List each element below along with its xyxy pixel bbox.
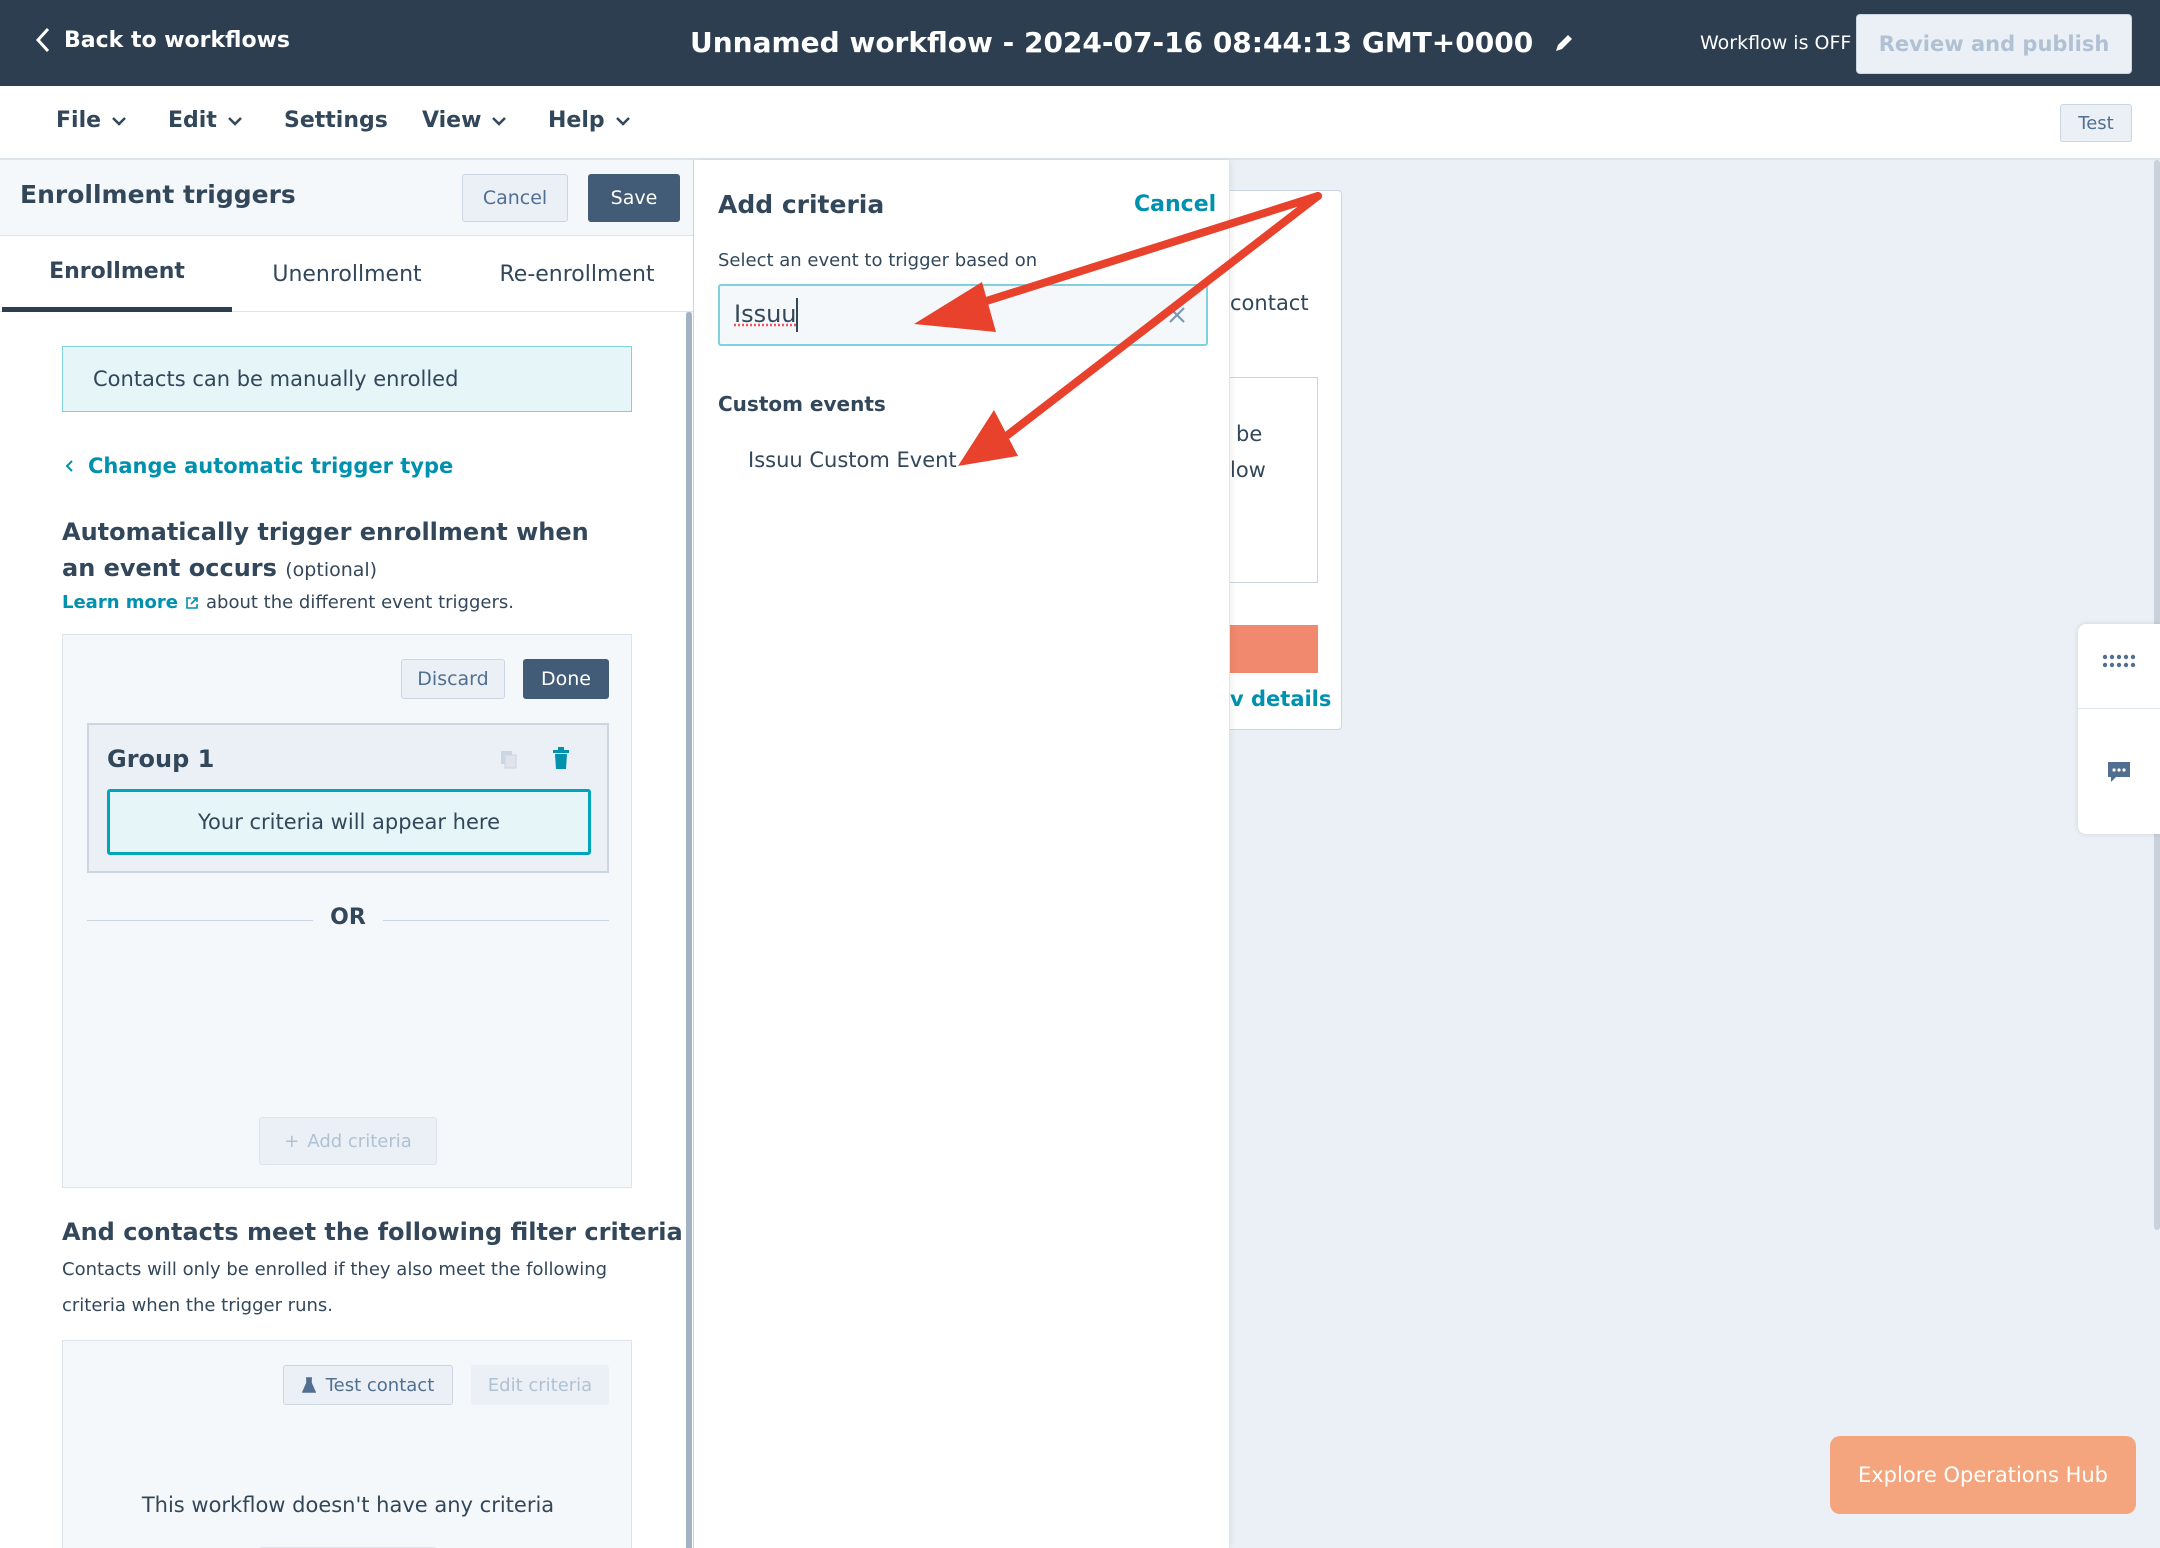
filter-criteria-box: Test contact Edit criteria This workflow…	[62, 1340, 632, 1548]
done-button[interactable]: Done	[523, 659, 609, 699]
plus-icon: +	[284, 1130, 300, 1152]
cancel-button[interactable]: Cancel	[462, 174, 568, 222]
criteria-placeholder[interactable]: Your criteria will appear here	[107, 789, 591, 855]
chevron-down-icon	[112, 116, 126, 126]
review-and-publish-button[interactable]: Review and publish	[1856, 14, 2132, 74]
optional-label: (optional)	[285, 559, 378, 581]
top-header: Back to workflows Unnamed workflow - 202…	[0, 0, 2160, 86]
menu-file[interactable]: File	[56, 108, 127, 133]
filter-criteria-heading: And contacts meet the following filter c…	[62, 1218, 683, 1246]
widget-divider	[2078, 708, 2160, 709]
workflow-status: Workflow is OFF	[1700, 32, 1852, 54]
learn-more-suffix: about the different event triggers.	[206, 592, 514, 613]
test-contact-button[interactable]: Test contact	[283, 1365, 453, 1405]
no-criteria-text: This workflow doesn't have any criteria	[141, 1493, 555, 1517]
menu-bar: File Edit Settings View Help Test	[0, 86, 2160, 160]
card-action-button[interactable]	[1230, 625, 1318, 673]
clear-icon[interactable]	[1166, 304, 1188, 326]
tab-enrollment[interactable]: Enrollment	[2, 236, 232, 312]
menu-edit-label: Edit	[168, 108, 217, 133]
chevron-left-icon	[65, 460, 73, 472]
tab-re-enrollment[interactable]: Re-enrollment	[462, 236, 692, 312]
auto-trigger-heading: Automatically trigger enrollment when an…	[62, 514, 622, 588]
add-criteria-cancel-link[interactable]: Cancel	[1134, 192, 1216, 217]
learn-more-line: Learn more about the different event tri…	[62, 592, 514, 613]
card-inner-box: be low	[1230, 377, 1318, 583]
custom-events-section-title: Custom events	[718, 392, 886, 416]
enrollment-triggers-panel: Enrollment triggers Cancel Save Enrollme…	[0, 160, 694, 1548]
card-text: contact	[1230, 291, 1309, 315]
group-title: Group 1	[107, 745, 215, 773]
add-criteria-label: Add criteria	[307, 1130, 412, 1152]
menu-file-label: File	[56, 108, 102, 133]
add-criteria-panel: Add criteria Cancel Select an event to t…	[694, 160, 1230, 1548]
explore-operations-hub-button[interactable]: Explore Operations Hub	[1830, 1436, 2136, 1514]
add-criteria-title: Add criteria	[718, 190, 885, 219]
menu-settings-label: Settings	[284, 108, 388, 133]
panel-scrollbar[interactable]	[686, 312, 692, 1548]
trash-icon[interactable]	[551, 747, 571, 771]
apps-grid-icon[interactable]	[2102, 654, 2136, 668]
menu-help-label: Help	[548, 108, 605, 133]
tab-unenrollment[interactable]: Unenrollment	[232, 236, 462, 312]
menu-edit[interactable]: Edit	[168, 108, 243, 133]
menu-view[interactable]: View	[422, 108, 507, 133]
chevron-down-icon	[615, 116, 630, 126]
search-input-value: Issuu	[734, 300, 797, 328]
chat-icon[interactable]	[2106, 760, 2132, 784]
change-trigger-type-link[interactable]: Change automatic trigger type	[64, 454, 453, 478]
edit-criteria-button[interactable]: Edit criteria	[471, 1365, 609, 1405]
menu-help[interactable]: Help	[548, 108, 631, 133]
filter-criteria-description: Contacts will only be enrolled if they a…	[62, 1259, 608, 1316]
or-line-right	[383, 920, 609, 921]
save-button[interactable]: Save	[588, 174, 680, 222]
event-trigger-box: Discard Done Group 1 Your criteria will …	[62, 634, 632, 1188]
test-button[interactable]: Test	[2060, 104, 2132, 142]
event-select-label: Select an event to trigger based on	[718, 250, 1038, 271]
event-option-issuu-custom-event[interactable]: Issuu Custom Event	[748, 448, 957, 472]
or-label: OR	[330, 905, 366, 930]
external-link-icon	[186, 596, 198, 609]
pencil-icon[interactable]	[1553, 32, 1575, 54]
discard-button[interactable]: Discard	[401, 659, 505, 699]
or-divider: OR	[87, 905, 609, 935]
test-contact-label: Test contact	[325, 1374, 435, 1396]
copy-icon[interactable]	[499, 749, 519, 771]
chevron-down-icon	[227, 116, 242, 126]
workflow-trigger-card[interactable]: contact be low v details	[1230, 190, 1342, 730]
text-caret	[796, 298, 798, 332]
flask-icon	[301, 1377, 316, 1393]
chevron-left-icon	[35, 27, 50, 53]
event-search-input[interactable]: Issuu	[718, 284, 1208, 346]
change-trigger-label: Change automatic trigger type	[88, 454, 454, 478]
manual-enrollment-info: Contacts can be manually enrolled	[62, 346, 632, 412]
panel-title: Enrollment triggers	[20, 180, 296, 209]
workflow-title-text: Unnamed workflow - 2024-07-16 08:44:13 G…	[690, 26, 1534, 59]
chevron-down-icon	[492, 116, 507, 126]
card-inner-text-1: be	[1236, 422, 1263, 446]
view-details-link[interactable]: v details	[1230, 687, 1331, 711]
learn-more-link[interactable]: Learn more	[62, 592, 178, 613]
enrollment-tabs: Enrollment Unenrollment Re-enrollment	[0, 236, 693, 312]
add-criteria-button[interactable]: + Add criteria	[259, 1117, 437, 1165]
panel-header: Enrollment triggers Cancel Save	[0, 160, 693, 236]
or-line-left	[87, 920, 313, 921]
menu-view-label: View	[422, 108, 482, 133]
back-to-workflows-link[interactable]: Back to workflows	[34, 26, 290, 54]
card-inner-text-2: low	[1230, 458, 1266, 482]
criteria-group: Group 1 Your criteria will appear here	[87, 723, 609, 873]
menu-settings[interactable]: Settings	[284, 108, 388, 133]
workflow-title: Unnamed workflow - 2024-07-16 08:44:13 G…	[690, 26, 1575, 59]
back-label: Back to workflows	[64, 27, 290, 53]
side-help-widget	[2078, 624, 2160, 834]
